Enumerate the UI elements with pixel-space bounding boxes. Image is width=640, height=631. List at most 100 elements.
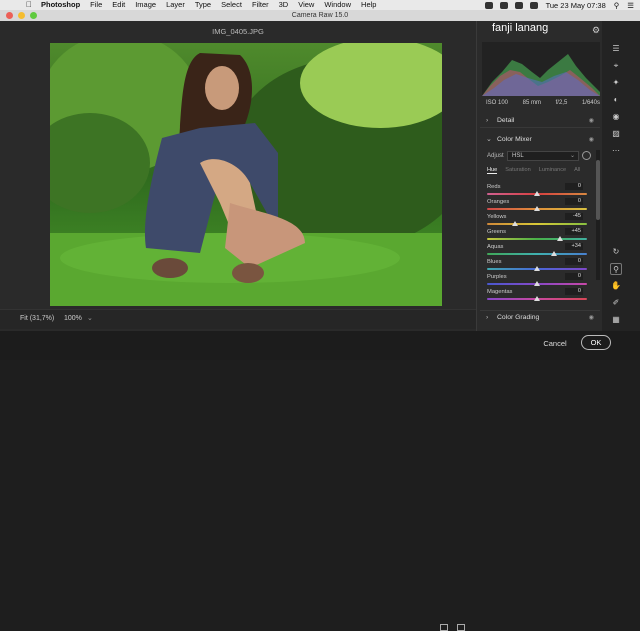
slider-track[interactable] — [487, 238, 587, 240]
bluetooth-icon[interactable] — [499, 1, 508, 9]
hand-icon[interactable]: ✋ — [610, 280, 622, 292]
apple-icon[interactable]:  — [26, 0, 33, 10]
hue-slider-purples[interactable]: Purples 0 — [487, 273, 591, 289]
menu-file[interactable]: File — [90, 0, 102, 10]
hue-slider-aquas[interactable]: Aquas +34 — [487, 243, 591, 259]
menu-app[interactable]: Photoshop — [41, 0, 80, 10]
tab-all[interactable]: All — [574, 167, 580, 174]
camera-info: ISO 100 85 mm f/2,5 1/640s — [486, 100, 600, 106]
adjust-select-value: HSL — [512, 153, 524, 159]
slider-thumb[interactable] — [551, 250, 557, 256]
menu-edit[interactable]: Edit — [112, 0, 125, 10]
menu-filter[interactable]: Filter — [252, 0, 269, 10]
eyedropper-icon[interactable]: ✐ — [610, 297, 622, 309]
eye-icon[interactable]: ◉ — [589, 114, 594, 128]
presets-icon[interactable]: ▨ — [610, 128, 622, 140]
aperture: f/2,5 — [555, 100, 568, 106]
histogram-graph — [482, 54, 600, 96]
section-color-grading[interactable]: › Color Grading ◉ — [480, 310, 600, 324]
search-icon[interactable]: ⚲ — [614, 1, 620, 10]
hue-slider-reds[interactable]: Reds 0 — [487, 183, 591, 199]
hue-slider-oranges[interactable]: Oranges 0 — [487, 198, 591, 214]
ok-button[interactable]: OK — [581, 335, 611, 350]
slider-value-field[interactable]: -45 — [565, 213, 583, 220]
zoom-level[interactable]: 100% — [64, 315, 82, 322]
slider-label: Blues — [487, 259, 502, 265]
menu-help[interactable]: Help — [361, 0, 376, 10]
cancel-button[interactable]: Cancel — [536, 337, 574, 351]
hue-slider-blues[interactable]: Blues 0 — [487, 258, 591, 274]
slider-value-field[interactable]: 0 — [565, 288, 583, 295]
menu-layer[interactable]: Layer — [166, 0, 185, 10]
minimize-window-button[interactable] — [18, 12, 25, 19]
eye-icon[interactable]: ◉ — [589, 311, 594, 325]
menu-select[interactable]: Select — [221, 0, 242, 10]
chevron-down-icon[interactable]: ⌄ — [87, 314, 93, 322]
scrollbar-thumb[interactable] — [596, 160, 600, 220]
slider-label: Magentas — [487, 289, 513, 295]
shutter-speed: 1/640s — [581, 100, 600, 106]
healing-icon[interactable]: ✦ — [610, 77, 622, 89]
red-eye-icon[interactable]: ◉ — [610, 111, 622, 123]
menu-image[interactable]: Image — [135, 0, 156, 10]
rotate-icon[interactable]: ↻ — [610, 246, 622, 258]
eye-icon[interactable]: ◉ — [589, 133, 594, 147]
hue-slider-yellows[interactable]: Yellows -45 — [487, 213, 591, 229]
battery-icon[interactable] — [529, 1, 538, 9]
section-color-mixer[interactable]: ⌄ Color Mixer ◉ — [480, 133, 600, 147]
tab-hue[interactable]: Hue — [487, 167, 498, 174]
slider-value-field[interactable]: 0 — [565, 183, 583, 190]
slider-thumb[interactable] — [534, 265, 540, 271]
tab-saturation[interactable]: Saturation — [505, 167, 531, 174]
slider-thumb[interactable] — [534, 280, 540, 286]
control-center-icon[interactable]: ☰ — [627, 1, 634, 10]
slider-thumb[interactable] — [534, 205, 540, 211]
panel-scrollbar[interactable] — [596, 150, 600, 280]
menu-3d[interactable]: 3D — [279, 0, 289, 10]
toggle-view-icon[interactable] — [457, 624, 465, 631]
slider-thumb[interactable] — [534, 295, 540, 301]
tab-luminance[interactable]: Luminance — [539, 167, 566, 174]
slider-value-field[interactable]: 0 — [565, 258, 583, 265]
grid-icon[interactable]: ▦ — [610, 314, 622, 326]
slider-thumb[interactable] — [556, 235, 563, 241]
slider-value-field[interactable]: +34 — [565, 243, 583, 250]
more-icon[interactable]: ⋯ — [610, 145, 622, 157]
user-name[interactable]: fanji lanang — [492, 22, 548, 34]
slider-track[interactable] — [487, 223, 587, 225]
gear-icon[interactable]: ⚙ — [592, 25, 600, 36]
menu-window[interactable]: Window — [324, 0, 351, 10]
section-detail[interactable]: › Detail ◉ — [480, 114, 600, 128]
wifi-icon[interactable] — [514, 1, 523, 9]
photo-preview[interactable] — [50, 43, 442, 306]
crop-icon[interactable]: ⌖ — [610, 60, 622, 72]
close-window-button[interactable] — [6, 12, 13, 19]
focal-length: 85 mm — [522, 100, 541, 106]
hue-slider-greens[interactable]: Greens +45 — [487, 228, 591, 244]
slider-label: Purples — [487, 274, 507, 280]
chevron-down-icon: ⌄ — [486, 136, 492, 143]
edit-sliders-icon[interactable]: ☰ — [610, 43, 622, 55]
slider-thumb[interactable] — [534, 190, 540, 196]
slider-value-field[interactable]: 0 — [565, 273, 583, 280]
slider-value-field[interactable]: 0 — [565, 198, 583, 205]
masking-icon[interactable]: ◐ — [610, 94, 622, 106]
slider-thumb[interactable] — [511, 220, 518, 226]
menu-view[interactable]: View — [298, 0, 314, 10]
target-adjustment-icon[interactable] — [582, 151, 591, 160]
zoom-icon[interactable]: ⚲ — [610, 263, 622, 275]
fit-zoom-button[interactable]: Fit (31,7%) — [20, 315, 54, 322]
zoom-window-button[interactable] — [30, 12, 37, 19]
adjust-label: Adjust — [487, 153, 504, 159]
menu-type[interactable]: Type — [195, 0, 211, 10]
status-icon[interactable] — [484, 1, 493, 9]
adjust-select[interactable]: HSL ⌄ — [507, 151, 579, 161]
before-after-icon[interactable] — [440, 624, 448, 631]
hue-slider-magentas[interactable]: Magentas 0 — [487, 288, 591, 304]
slider-value-field[interactable]: +45 — [565, 228, 583, 235]
section-detail-label: Detail — [497, 117, 515, 124]
section-color-mixer-label: Color Mixer — [497, 136, 532, 143]
slider-track[interactable] — [487, 253, 587, 255]
chevron-right-icon: › — [486, 117, 489, 124]
clock[interactable]: Tue 23 May 07:38 — [546, 1, 606, 10]
